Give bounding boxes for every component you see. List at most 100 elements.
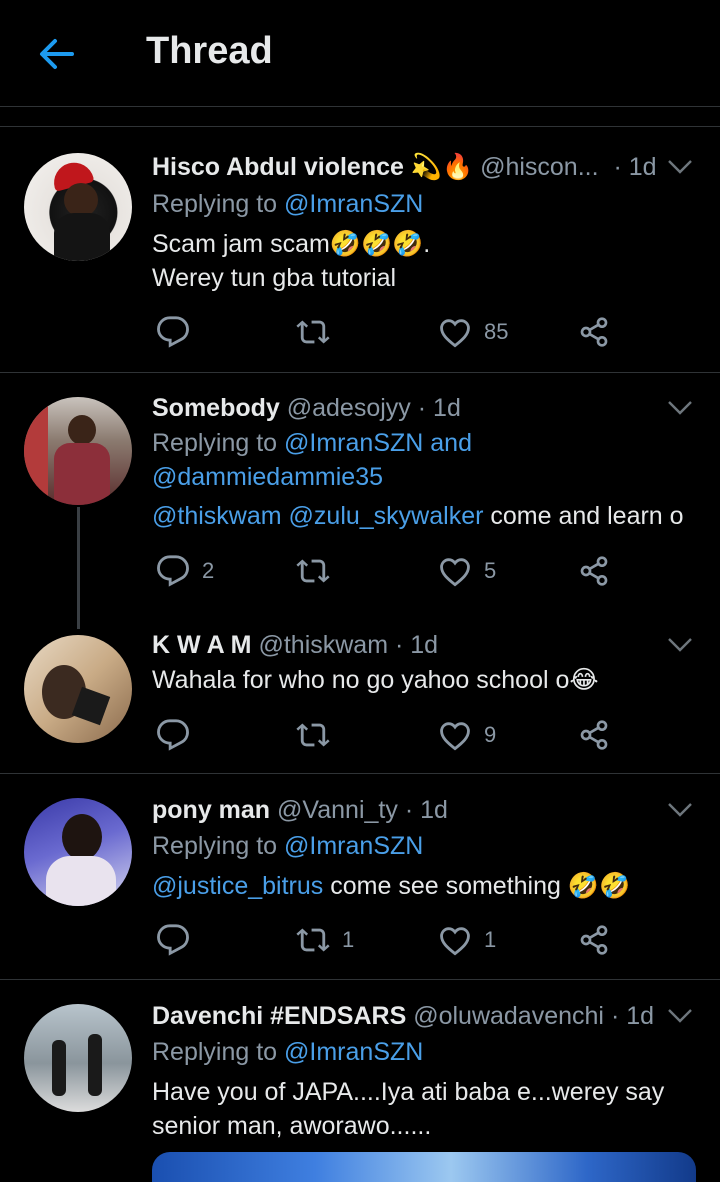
tweet-header: Davenchi #ENDSARS @oluwadavenchi · 1d bbox=[152, 1002, 654, 1031]
reply-button[interactable] bbox=[156, 312, 190, 352]
retweet-button[interactable] bbox=[296, 551, 330, 591]
tweet-text: @thiskwam @zulu_skywalker come and learn… bbox=[152, 499, 684, 533]
reply-icon bbox=[156, 554, 190, 588]
share-icon bbox=[578, 555, 610, 587]
reply-context: Replying to @ImranSZN bbox=[152, 829, 423, 863]
share-button[interactable] bbox=[578, 920, 610, 960]
like-button[interactable]: 85 bbox=[438, 312, 508, 352]
share-icon bbox=[578, 924, 610, 956]
display-name[interactable]: Hisco Abdul violence 💫🔥 bbox=[152, 153, 473, 181]
mention-link[interactable]: @ImranSZN and bbox=[284, 429, 472, 457]
mention-link[interactable]: @thiskwam bbox=[152, 502, 282, 530]
avatar[interactable] bbox=[24, 635, 132, 743]
share-icon bbox=[578, 719, 610, 751]
retweet-icon bbox=[296, 554, 330, 588]
chevron-down-icon[interactable] bbox=[666, 157, 694, 177]
mention-link[interactable]: @zulu_skywalker bbox=[289, 502, 484, 530]
rofl-emoji: 🤣🤣 bbox=[567, 872, 631, 900]
timestamp: · 1d bbox=[417, 394, 461, 422]
mention-link[interactable]: @ImranSZN bbox=[284, 190, 423, 218]
tweet-text-body: come see something bbox=[330, 872, 561, 900]
rofl-emoji: 🤣🤣🤣 bbox=[329, 230, 424, 258]
timestamp: · 1d bbox=[610, 1002, 655, 1030]
back-arrow-icon[interactable] bbox=[36, 34, 76, 74]
tweet-header: Somebody @adesojyy · 1d bbox=[152, 394, 461, 423]
like-button[interactable]: 9 bbox=[438, 715, 496, 755]
page-title: Thread bbox=[146, 30, 273, 72]
tweet-text-suffix: . bbox=[423, 230, 431, 258]
reply-count: 2 bbox=[202, 558, 215, 583]
mention-link[interactable]: @ImranSZN bbox=[284, 832, 423, 860]
media-preview[interactable] bbox=[152, 1152, 696, 1182]
chevron-down-icon[interactable] bbox=[666, 800, 694, 820]
action-bar: 9 bbox=[152, 715, 672, 755]
avatar[interactable] bbox=[24, 1004, 132, 1112]
like-count: 5 bbox=[484, 558, 497, 583]
like-count: 9 bbox=[484, 722, 497, 747]
chevron-down-icon[interactable] bbox=[666, 1006, 694, 1026]
tweet-text-body: Wahala for who no go yahoo school o bbox=[152, 666, 570, 694]
avatar[interactable] bbox=[24, 798, 132, 906]
mention-link[interactable]: @dammiedammie35 bbox=[152, 460, 472, 494]
tweet-text: Wahala for who no go yahoo school o😂 bbox=[152, 663, 599, 697]
replying-to-label: Replying to bbox=[152, 429, 278, 457]
share-button[interactable] bbox=[578, 312, 610, 352]
share-button[interactable] bbox=[578, 551, 610, 591]
avatar[interactable] bbox=[24, 153, 132, 261]
display-name[interactable]: Davenchi #ENDSARS bbox=[152, 1002, 406, 1030]
reply-button[interactable] bbox=[156, 920, 190, 960]
chevron-down-icon[interactable] bbox=[666, 635, 694, 655]
tweet-text-line: Werey tun gba tutorial bbox=[152, 264, 397, 292]
replying-to-label: Replying to bbox=[152, 190, 278, 218]
retweet-icon bbox=[296, 718, 330, 752]
timestamp: · 1d bbox=[395, 631, 439, 659]
tweet-text-line: senior man, aworawo...... bbox=[152, 1112, 432, 1140]
reply-icon bbox=[156, 923, 190, 957]
tweet-card[interactable]: Hisco Abdul violence 💫🔥 @hiscon... · 1d … bbox=[0, 127, 720, 372]
avatar[interactable] bbox=[24, 397, 132, 505]
tweet-text-line: Have you of JAPA....Iya ati baba e...wer… bbox=[152, 1078, 665, 1106]
retweet-button[interactable] bbox=[296, 312, 330, 352]
joy-emoji: 😂 bbox=[569, 666, 599, 694]
like-button[interactable]: 1 bbox=[438, 920, 496, 960]
user-handle: @hiscon... bbox=[480, 153, 599, 181]
tweet-header: Hisco Abdul violence 💫🔥 @hiscon... · 1d bbox=[152, 153, 657, 182]
tweet-card[interactable]: pony man @Vanni_ty · 1d Replying to @Imr… bbox=[0, 774, 720, 979]
tweet-card[interactable]: Somebody @adesojyy · 1d Replying to @Imr… bbox=[0, 373, 720, 629]
reply-context: Replying to @ImranSZN bbox=[152, 187, 423, 221]
action-bar: 85 bbox=[152, 312, 672, 352]
user-handle: @thiskwam bbox=[258, 631, 389, 659]
display-name[interactable]: Somebody bbox=[152, 394, 280, 422]
tweet-text: @justice_bitrus come see something 🤣🤣 bbox=[152, 869, 630, 903]
heart-icon bbox=[438, 554, 472, 588]
like-count: 1 bbox=[484, 927, 497, 952]
replying-to-label: Replying to bbox=[152, 832, 278, 860]
heart-icon bbox=[438, 718, 472, 752]
timestamp: · 1d bbox=[613, 153, 657, 181]
share-icon bbox=[578, 316, 610, 348]
display-name[interactable]: K W A M bbox=[152, 631, 252, 659]
share-button[interactable] bbox=[578, 715, 610, 755]
chevron-down-icon[interactable] bbox=[666, 398, 694, 418]
tweet-text: Have you of JAPA....Iya ati baba e...wer… bbox=[152, 1075, 664, 1143]
retweet-icon bbox=[296, 315, 330, 349]
reply-button[interactable] bbox=[156, 715, 190, 755]
reply-icon bbox=[156, 718, 190, 752]
top-app-bar: Thread bbox=[0, 0, 720, 107]
retweet-button[interactable]: 1 bbox=[296, 920, 354, 960]
retweet-button[interactable] bbox=[296, 715, 330, 755]
user-handle: @Vanni_ty bbox=[277, 796, 398, 824]
mention-link[interactable]: @justice_bitrus bbox=[152, 872, 323, 900]
display-name[interactable]: pony man bbox=[152, 796, 270, 824]
retweet-count: 1 bbox=[342, 927, 355, 952]
like-count: 85 bbox=[484, 319, 509, 344]
tweet-card[interactable]: Davenchi #ENDSARS @oluwadavenchi · 1d Re… bbox=[0, 980, 720, 1182]
tweet-header: pony man @Vanni_ty · 1d bbox=[152, 796, 448, 825]
replying-to-label: Replying to bbox=[152, 1038, 278, 1066]
tweet-card[interactable]: K W A M @thiskwam · 1d Wahala for who no… bbox=[0, 613, 720, 773]
reply-button[interactable]: 2 bbox=[156, 551, 214, 591]
reply-context: Replying to @ImranSZN and @dammiedammie3… bbox=[152, 426, 472, 494]
reply-context: Replying to @ImranSZN bbox=[152, 1035, 423, 1069]
mention-link[interactable]: @ImranSZN bbox=[284, 1038, 423, 1066]
like-button[interactable]: 5 bbox=[438, 551, 496, 591]
